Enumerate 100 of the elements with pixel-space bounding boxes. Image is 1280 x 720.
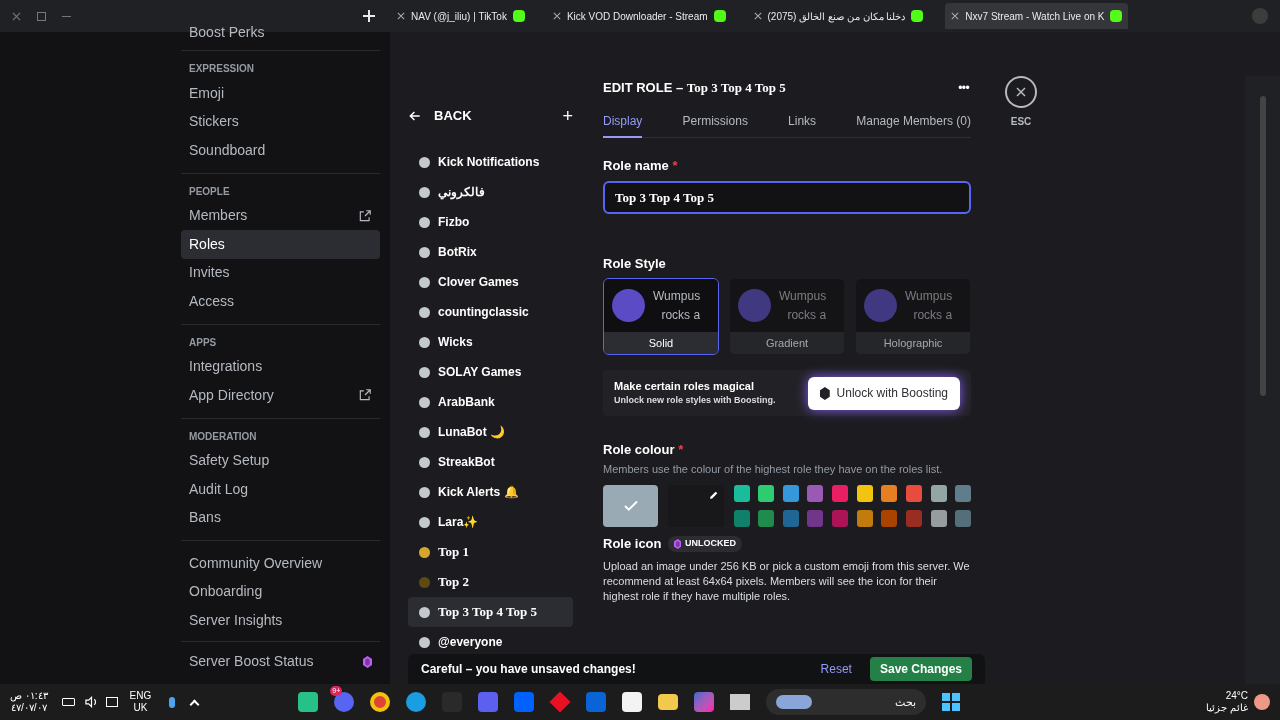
colour-swatch[interactable] (733, 484, 750, 502)
colour-swatch[interactable] (930, 484, 947, 502)
role-item[interactable]: BotRix (408, 237, 573, 267)
clock-date: ٤٧/٠٧/٠٧ (11, 702, 47, 714)
colour-swatch[interactable] (856, 509, 873, 527)
browser-tab[interactable]: Kick VOD Downloader - Stream (546, 3, 732, 29)
minimize-icon[interactable] (62, 15, 71, 17)
sidebar-item[interactable]: Soundboard (181, 136, 380, 165)
colour-swatch[interactable] (782, 484, 799, 502)
tab[interactable]: Links (788, 105, 817, 138)
sidebar-item[interactable]: Emoji (181, 79, 380, 108)
reset-link[interactable]: Reset (820, 660, 852, 678)
sidebar-item[interactable]: Server Insights (181, 606, 380, 635)
colour-swatch[interactable] (832, 509, 849, 527)
search-field[interactable]: بحث (766, 689, 927, 715)
tab[interactable]: Permissions (682, 105, 748, 138)
sidebar-item[interactable]: Stickers (181, 107, 380, 136)
role-item[interactable]: Kick Alerts 🔔 (408, 477, 573, 507)
unlock-boosting-button[interactable]: Unlock with Boosting (807, 376, 960, 410)
colour-swatch[interactable] (807, 484, 824, 502)
role-name: BotRix (438, 244, 477, 261)
role-item[interactable]: Top 3 Top 4 Top 5 (408, 597, 573, 627)
colour-swatch[interactable] (782, 509, 799, 527)
role-name-input[interactable]: Top 3 Top 4 Top 5 (603, 181, 971, 214)
start-icon[interactable] (942, 693, 961, 711)
role-item[interactable]: Top 1 (408, 537, 573, 567)
tab[interactable]: Display (603, 105, 643, 138)
colour-swatch[interactable] (906, 509, 923, 527)
role-item[interactable]: فالكروني (408, 177, 573, 207)
preview-text: rocks a (787, 306, 827, 324)
sidebar-item[interactable]: Roles (181, 230, 380, 259)
app-icon[interactable] (730, 694, 751, 710)
sidebar-item[interactable]: Invites (181, 258, 380, 287)
role-item[interactable]: StreakBot (408, 447, 573, 477)
browser-tab[interactable]: (2075) دخلنا مكان من صنع الخالق (747, 3, 930, 29)
colour-swatch[interactable] (758, 484, 775, 502)
role-item[interactable]: ArabBank (408, 387, 573, 417)
role-item[interactable]: @everyone (408, 627, 573, 657)
close-icon[interactable] (951, 12, 960, 20)
sidebar-item[interactable]: Audit Log (181, 475, 380, 504)
colour-swatch[interactable] (733, 509, 750, 527)
weather-icon (1254, 694, 1270, 710)
save-changes-button[interactable]: Save Changes (869, 657, 972, 681)
role-item[interactable]: Top 2 (408, 567, 573, 597)
sidebar-item[interactable]: Access (181, 287, 380, 316)
sidebar-item[interactable]: Onboarding (181, 577, 380, 606)
sidebar-item[interactable]: Community Overview (181, 549, 380, 578)
chat-app-icon[interactable] (334, 692, 355, 712)
required-mark: * (672, 158, 678, 173)
browser-icon[interactable] (370, 692, 391, 712)
role-item[interactable]: Fizbo (408, 207, 573, 237)
default-colour-swatch[interactable] (603, 484, 659, 527)
colour-swatch[interactable] (930, 509, 947, 527)
sidebar-item[interactable]: Integrations (181, 352, 380, 381)
back-button[interactable]: BACK (408, 106, 472, 126)
role-item[interactable]: LunaBot 🌙 (408, 417, 573, 447)
tab[interactable]: Manage Members (0) (856, 105, 971, 138)
sidebar-item[interactable]: Bans (181, 503, 380, 532)
add-role-button[interactable]: + (562, 102, 573, 130)
role-item[interactable]: Kick Notifications (408, 147, 573, 177)
close-icon[interactable] (397, 12, 405, 20)
field-hint: Members use the colour of the highest role they have on the roles list. (603, 462, 944, 477)
close-icon[interactable] (753, 12, 762, 20)
role-item[interactable]: Clover Games (408, 267, 573, 297)
close-icon[interactable] (12, 11, 21, 21)
role-item[interactable]: Lara✨ (408, 507, 573, 537)
sidebar-item[interactable]: Boost Perks (181, 22, 380, 42)
colour-swatch[interactable] (758, 509, 775, 527)
browser-icon[interactable] (406, 692, 427, 712)
colour-swatch[interactable] (832, 484, 849, 502)
section-heading: APPS (188, 335, 218, 350)
folder-icon[interactable] (658, 694, 679, 710)
role-name: countingclassic (438, 304, 529, 321)
sidebar-item[interactable]: App Directory (181, 381, 380, 410)
close-button[interactable] (1005, 76, 1037, 108)
role-item[interactable]: Wicks (408, 327, 573, 357)
more-button[interactable]: ••• (958, 79, 969, 97)
colour-swatch[interactable] (807, 509, 824, 527)
colour-swatch[interactable] (856, 484, 873, 502)
role-style-card[interactable]: Wumpus rocks a Solid (603, 278, 719, 355)
colour-swatch[interactable] (906, 484, 923, 502)
search-illustration (776, 695, 813, 709)
new-tab-icon[interactable] (363, 10, 375, 22)
colour-swatch[interactable] (881, 484, 898, 502)
external-link-icon (358, 208, 372, 223)
app-icon[interactable] (622, 692, 643, 712)
sidebar-item[interactable]: Server Boost Status (181, 647, 380, 676)
role-name: فالكروني (438, 184, 485, 201)
role-item[interactable]: countingclassic (408, 297, 573, 327)
role-item[interactable]: SOLAY Games (408, 357, 573, 387)
sidebar-item[interactable]: Safety Setup (181, 446, 380, 475)
browser-tab[interactable]: Nxv7 Stream - Watch Live on K (945, 3, 1129, 29)
colour-swatch[interactable] (881, 509, 898, 527)
close-icon[interactable] (552, 12, 561, 20)
app-icon[interactable] (298, 692, 319, 712)
colour-swatch[interactable] (955, 484, 972, 502)
colour-swatch[interactable] (955, 509, 972, 527)
restore-icon[interactable] (37, 11, 46, 21)
sidebar-item[interactable]: Members (181, 201, 380, 230)
browser-tab[interactable]: NAV (@j_iliu) | TikTok (391, 3, 531, 29)
